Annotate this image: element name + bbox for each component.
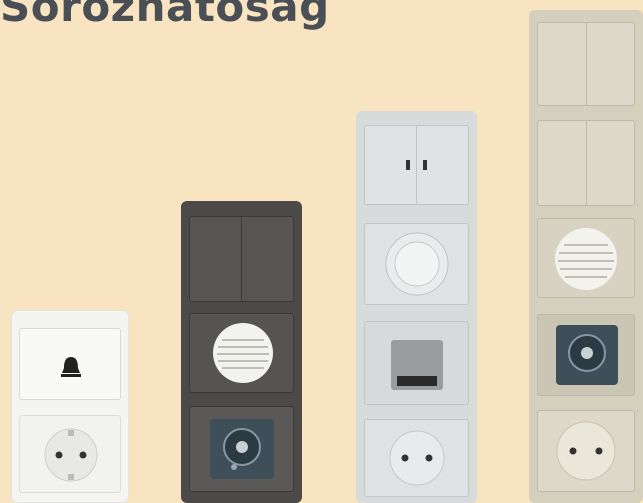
frame-aluminium bbox=[356, 111, 477, 503]
bell-icon bbox=[56, 353, 86, 383]
schuko-socket[interactable] bbox=[19, 415, 121, 493]
double-rocker-switch[interactable] bbox=[537, 120, 635, 206]
page-title: Sorozhatóság bbox=[0, 0, 330, 31]
remote-control-icon bbox=[554, 323, 620, 387]
frame-champagne bbox=[529, 10, 643, 503]
speaker bbox=[189, 313, 294, 393]
rocker-right[interactable] bbox=[587, 23, 635, 105]
bell-push-button[interactable] bbox=[19, 328, 121, 400]
speaker bbox=[537, 218, 635, 298]
thermostat-icon bbox=[383, 230, 451, 298]
motion-sensor bbox=[364, 321, 469, 405]
rocker-left[interactable] bbox=[365, 126, 417, 204]
speaker-grille-icon bbox=[552, 225, 620, 293]
rocker-left[interactable] bbox=[538, 121, 587, 205]
schuko-socket[interactable] bbox=[364, 419, 469, 497]
radio-remote-sensor[interactable] bbox=[537, 314, 635, 396]
frame-anthracite bbox=[181, 201, 302, 503]
indicator-led bbox=[423, 160, 427, 170]
schuko-socket[interactable] bbox=[537, 410, 635, 492]
double-rocker-switch[interactable] bbox=[189, 216, 294, 302]
radio-remote-sensor[interactable] bbox=[189, 406, 294, 492]
thermostat-dial[interactable] bbox=[364, 223, 469, 305]
speaker-grille-icon bbox=[210, 320, 276, 386]
socket-icon bbox=[554, 419, 618, 483]
double-rocker-switch[interactable] bbox=[364, 125, 469, 205]
frame-white bbox=[11, 310, 129, 503]
double-rocker-switch[interactable] bbox=[537, 22, 635, 106]
indicator-led bbox=[406, 160, 410, 170]
remote-control-icon bbox=[208, 417, 276, 481]
rocker-left[interactable] bbox=[190, 217, 242, 301]
socket-icon bbox=[42, 426, 100, 484]
rocker-left[interactable] bbox=[538, 23, 587, 105]
sensor-module-icon bbox=[387, 336, 447, 394]
socket-icon bbox=[387, 428, 447, 488]
rocker-right[interactable] bbox=[417, 126, 468, 204]
rocker-right[interactable] bbox=[587, 121, 635, 205]
rocker-right[interactable] bbox=[242, 217, 293, 301]
